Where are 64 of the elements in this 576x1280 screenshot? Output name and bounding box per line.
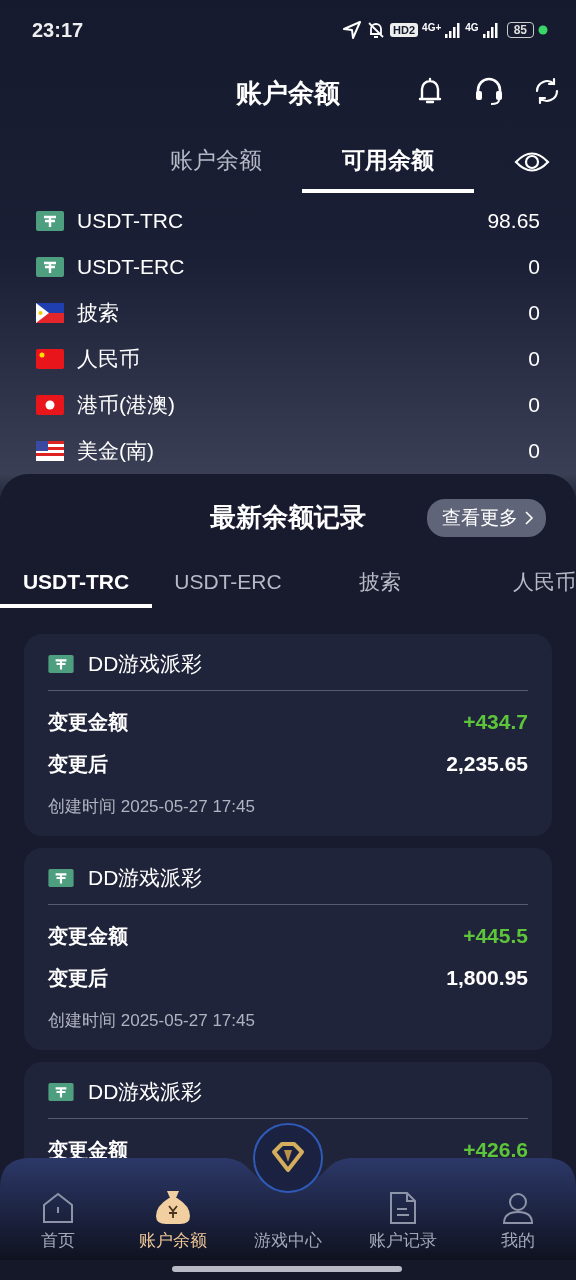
flag-icon: [36, 303, 64, 323]
tab-bar-item[interactable]: 游戏中心: [230, 1229, 346, 1258]
record-value: +445.5: [463, 924, 528, 948]
currency-amount: 0: [528, 393, 540, 417]
section-title: 最新余额记录: [210, 500, 366, 534]
diamond-emblem-icon[interactable]: [252, 1122, 324, 1194]
view-more-button[interactable]: 查看更多: [427, 499, 546, 537]
flag-icon: [36, 441, 64, 461]
record-label: 变更金额: [48, 923, 128, 949]
tab-bar-item[interactable]: 我的: [460, 1191, 576, 1258]
currency-tab[interactable]: USDT-TRC: [0, 560, 152, 608]
tether-icon: [48, 655, 74, 673]
network-label: 4G+: [422, 22, 442, 33]
location-icon: [342, 20, 363, 40]
currency-name: 美金(南): [77, 438, 155, 464]
signal-icon: [445, 22, 462, 38]
currency-amount: 0: [528, 347, 540, 371]
record-source: DD游戏派彩: [88, 651, 203, 677]
currency-amount: 0: [528, 301, 540, 325]
money-bag-icon: [153, 1189, 192, 1225]
eye-icon[interactable]: [514, 149, 550, 175]
record-label: 变更后: [48, 751, 108, 777]
tab-bar-item[interactable]: 账户余额: [115, 1189, 231, 1258]
balance-tab[interactable]: 账户余额: [130, 131, 302, 193]
currency-amount: 98.65: [487, 209, 540, 233]
record-value: 1,800.95: [446, 966, 528, 990]
currency-name: 港币(港澳): [77, 392, 176, 418]
created-time: 创建时间 2025-05-27 17:45: [48, 796, 256, 818]
chevron-right-icon: [524, 510, 534, 526]
tab-bar-item[interactable]: 账户记录: [345, 1191, 461, 1258]
battery-indicator: 85: [506, 22, 534, 38]
tether-icon: [48, 869, 74, 887]
flag-icon: [36, 349, 64, 369]
house-icon: [40, 1191, 75, 1225]
person-icon: [501, 1191, 536, 1225]
tether-icon: [48, 1083, 74, 1101]
record-value: +426.6: [463, 1138, 528, 1162]
flag-icon: [36, 395, 64, 415]
tab-bar-item[interactable]: 首页: [0, 1191, 116, 1258]
currency-tab[interactable]: 人民币: [456, 560, 576, 608]
tether-icon: [36, 211, 64, 231]
page-title: 账户余额: [236, 76, 340, 110]
currency-name: 披索: [77, 300, 120, 326]
tether-icon: [36, 257, 64, 277]
currency-tab[interactable]: USDT-ERC: [152, 560, 304, 608]
signal-icon: [482, 22, 499, 38]
record-label: 变更后: [48, 965, 108, 991]
created-time: 创建时间 2025-05-27 17:45: [48, 1010, 256, 1032]
record-source: DD游戏派彩: [88, 865, 203, 891]
currency-name: USDT-TRC: [77, 209, 185, 233]
record-value: 2,235.65: [446, 752, 528, 776]
record-source: DD游戏派彩: [88, 1079, 203, 1105]
currency-name: USDT-ERC: [77, 255, 186, 279]
record-value: +434.7: [463, 710, 528, 734]
currency-amount: 0: [528, 255, 540, 279]
status-time: 23:17: [32, 18, 84, 42]
currency-name: 人民币: [77, 346, 141, 372]
currency-tab[interactable]: 披索: [304, 560, 456, 608]
currency-amount: 0: [528, 439, 540, 463]
balance-tab[interactable]: 可用余额: [302, 131, 474, 193]
hd-badge: HD2: [390, 23, 419, 37]
network-label: 4G: [465, 22, 479, 33]
status-dot-icon: [538, 25, 548, 35]
record-label: 变更金额: [48, 709, 128, 735]
